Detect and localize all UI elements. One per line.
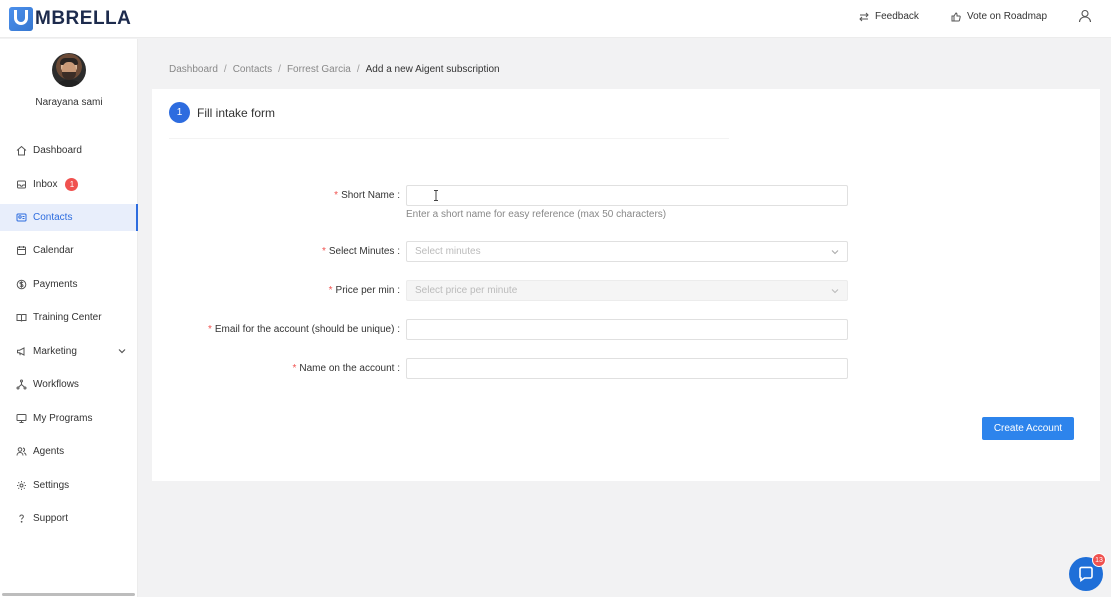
vote-roadmap-link[interactable]: Vote on Roadmap [951, 11, 1047, 22]
sidebar-item-label: My Programs [33, 413, 93, 424]
payments-icon [15, 279, 27, 291]
workflow-icon [15, 379, 27, 391]
breadcrumb-separator: / [278, 64, 281, 75]
required-marker: * [207, 324, 212, 335]
megaphone-icon [15, 346, 27, 358]
sidebar-item-label: Payments [33, 279, 78, 290]
sidebar-item-label: Settings [33, 480, 70, 491]
sidebar-item-workflows[interactable]: Workflows [0, 371, 138, 398]
select-minutes-dropdown[interactable]: Select minutes [406, 241, 848, 262]
user-icon [1078, 9, 1092, 23]
monitor-icon [15, 413, 27, 425]
step-divider [169, 138, 729, 139]
breadcrumb-current: Add a new Aigent subscription [365, 64, 500, 75]
feedback-label: Feedback [875, 11, 919, 22]
short-name-input[interactable] [406, 185, 848, 206]
price-per-min-label: * Price per min : [328, 285, 400, 296]
intake-form-card: 1 Fill intake form * Short Name : Enter a… [152, 89, 1100, 481]
breadcrumb-separator: / [356, 64, 360, 75]
price-per-min-placeholder: Select price per minute [415, 285, 518, 296]
feedback-link[interactable]: Feedback [859, 11, 919, 22]
sidebar: Narayana sami Dashboard Inbox 1 Contacts… [0, 39, 138, 597]
sidebar-scrollbar[interactable] [2, 593, 135, 596]
chat-unread-badge: 13 [1092, 553, 1106, 567]
home-icon [15, 145, 27, 157]
inbox-count-badge: 1 [65, 178, 79, 191]
price-per-min-dropdown[interactable]: Select price per minute [406, 280, 848, 301]
select-minutes-label: * Select Minutes : [321, 246, 400, 257]
book-icon [15, 312, 27, 324]
email-label: * Email for the account (should be unique… [207, 324, 400, 335]
inbox-icon [15, 179, 27, 191]
breadcrumb-contact-name[interactable]: Forrest Garcia [287, 64, 351, 75]
sidebar-item-dashboard[interactable]: Dashboard [0, 137, 138, 164]
calendar-icon [15, 245, 27, 257]
agents-icon [15, 446, 27, 458]
sidebar-item-label: Agents [33, 446, 65, 457]
email-field[interactable] [406, 319, 848, 340]
breadcrumb-separator: / [223, 64, 227, 75]
account-name-field[interactable] [406, 358, 848, 379]
required-marker: * [321, 246, 326, 257]
breadcrumb-dashboard[interactable]: Dashboard [169, 64, 218, 75]
chat-bubble-icon [1079, 566, 1093, 583]
select-minutes-placeholder: Select minutes [415, 246, 481, 257]
sidebar-item-label: Contacts [33, 212, 73, 223]
step-number: 1 [169, 102, 190, 123]
sidebar-item-contacts[interactable]: Contacts [0, 204, 138, 231]
required-marker: * [328, 285, 333, 296]
short-name-label: * Short Name : [334, 190, 400, 201]
thumbs-up-icon [951, 11, 961, 21]
breadcrumb-contacts[interactable]: Contacts [233, 64, 272, 75]
sidebar-item-payments[interactable]: Payments [0, 271, 138, 298]
contacts-icon [15, 212, 27, 224]
sidebar-item-marketing[interactable]: Marketing [0, 338, 138, 365]
sidebar-item-settings[interactable]: Settings [0, 472, 138, 499]
chevron-down-icon [831, 289, 839, 294]
breadcrumb: Dashboard / Contacts / Forrest Garcia / … [169, 64, 500, 75]
top-header: MBRELLA Feedback Vote on Roadmap [0, 0, 1111, 38]
brand-logo[interactable]: MBRELLA [9, 6, 131, 32]
create-account-button[interactable]: Create Account [982, 417, 1074, 440]
step-title: Fill intake form [197, 105, 276, 120]
sidebar-item-my-programs[interactable]: My Programs [0, 405, 138, 432]
sidebar-item-label: Marketing [33, 346, 77, 357]
text-cursor-icon [434, 190, 438, 201]
step-indicator: 1 Fill intake form [169, 102, 275, 123]
gear-icon [15, 480, 27, 492]
umbrella-logo-icon [9, 7, 33, 31]
user-menu-button[interactable] [1078, 9, 1092, 26]
sidebar-item-label: Support [33, 513, 69, 524]
chevron-down-icon [118, 349, 126, 354]
sidebar-item-calendar[interactable]: Calendar [0, 237, 138, 264]
brand-name: MBRELLA [35, 8, 132, 29]
short-name-helper: Enter a short name for easy reference (m… [406, 209, 667, 220]
sidebar-item-inbox[interactable]: Inbox 1 [0, 171, 138, 198]
sidebar-item-label: Inbox [33, 179, 58, 190]
sidebar-item-label: Dashboard [33, 145, 82, 156]
sidebar-item-label: Training Center [33, 312, 102, 323]
swap-arrows-icon [859, 12, 869, 21]
sidebar-item-label: Workflows [33, 379, 79, 390]
sidebar-item-support[interactable]: Support [0, 505, 138, 532]
sidebar-item-training-center[interactable]: Training Center [0, 304, 138, 331]
account-name-label: * Name on the account : [292, 363, 400, 374]
chevron-down-icon [831, 250, 839, 255]
avatar[interactable] [52, 53, 86, 87]
sidebar-item-label: Calendar [33, 245, 74, 256]
roadmap-label: Vote on Roadmap [967, 11, 1048, 22]
required-marker: * [334, 190, 339, 201]
required-marker: * [292, 363, 297, 374]
sidebar-item-agents[interactable]: Agents [0, 438, 138, 465]
user-name: Narayana sami [35, 97, 103, 108]
question-icon [15, 513, 27, 525]
